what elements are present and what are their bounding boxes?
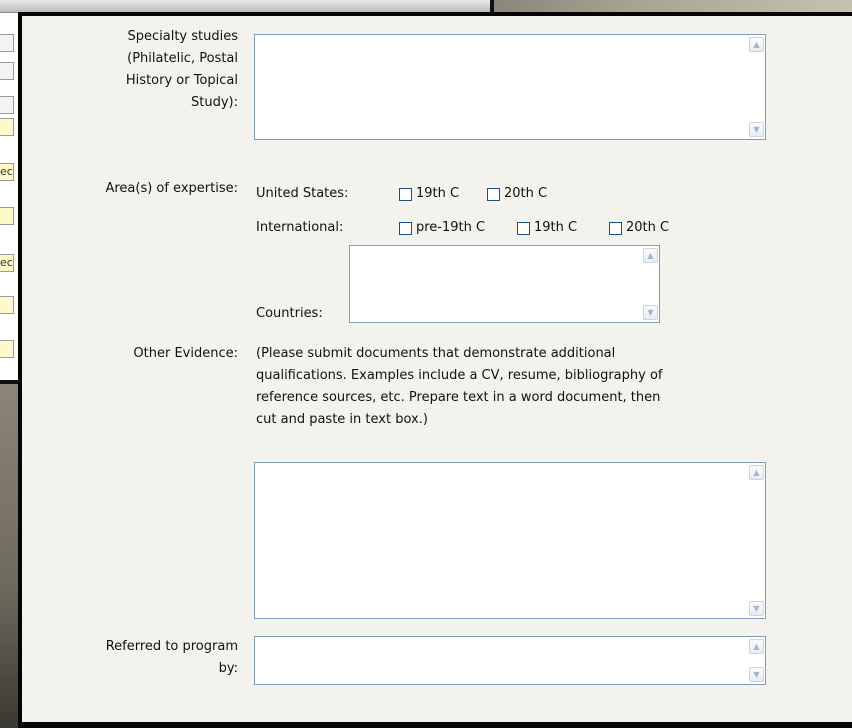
other-evidence-instructions: (Please submit documents that demonstrat… [256, 346, 663, 427]
intl-pre-19th-c-checkbox[interactable] [399, 222, 412, 235]
referred-by-textarea[interactable]: ▲ ▼ [254, 636, 766, 685]
intl-19th-c-label: 19th C [534, 220, 578, 235]
specialty-studies-label: Specialty studies (Philatelic, Postal Hi… [125, 29, 238, 110]
background-row: ec [0, 163, 14, 181]
scroll-down-arrow-icon[interactable]: ▼ [749, 667, 764, 682]
other-evidence-label: Other Evidence: [133, 346, 238, 361]
other-evidence-textarea[interactable]: ▲ ▼ [254, 462, 766, 619]
scroll-up-arrow-icon[interactable]: ▲ [749, 639, 764, 654]
united-states-label: United States: [256, 186, 349, 201]
scroll-up-arrow-icon[interactable]: ▲ [749, 465, 764, 480]
background-row [0, 34, 14, 52]
us-20th-c-checkbox[interactable] [487, 188, 500, 201]
scroll-up-arrow-icon[interactable]: ▲ [643, 248, 658, 263]
referred-scrollbar[interactable]: ▲ ▼ [749, 637, 765, 684]
background-row [0, 96, 14, 114]
desktop-background-left [0, 380, 20, 728]
scroll-down-arrow-icon[interactable]: ▼ [749, 122, 764, 137]
background-row [0, 207, 14, 225]
background-row [0, 62, 14, 80]
international-label: International: [256, 220, 344, 235]
us-20th-c-label: 20th C [504, 186, 548, 201]
background-row: ec [0, 254, 14, 272]
scroll-down-arrow-icon[interactable]: ▼ [643, 305, 658, 320]
us-19th-c-label: 19th C [416, 186, 460, 201]
scroll-up-arrow-icon[interactable]: ▲ [749, 37, 764, 52]
intl-20th-c-label: 20th C [626, 220, 670, 235]
areas-of-expertise-label: Area(s) of expertise: [105, 181, 238, 196]
intl-pre-19th-c-label: pre-19th C [416, 220, 486, 235]
application-form-panel: Specialty studies (Philatelic, Postal Hi… [18, 12, 852, 728]
countries-textarea[interactable]: ▲ ▼ [349, 245, 660, 323]
intl-20th-c-checkbox[interactable] [609, 222, 622, 235]
background-row [0, 118, 14, 136]
specialty-studies-textarea[interactable]: ▲ ▼ [254, 34, 766, 140]
intl-19th-c-checkbox[interactable] [517, 222, 530, 235]
us-19th-c-checkbox[interactable] [399, 188, 412, 201]
countries-scrollbar[interactable]: ▲ ▼ [643, 246, 659, 322]
scroll-down-arrow-icon[interactable]: ▼ [749, 601, 764, 616]
background-row [0, 296, 14, 314]
countries-label: Countries: [256, 306, 323, 321]
referred-by-label: Referred to program by: [105, 639, 238, 676]
other-evidence-scrollbar[interactable]: ▲ ▼ [749, 463, 765, 618]
specialty-scrollbar[interactable]: ▲ ▼ [749, 35, 765, 139]
background-row [0, 340, 14, 358]
